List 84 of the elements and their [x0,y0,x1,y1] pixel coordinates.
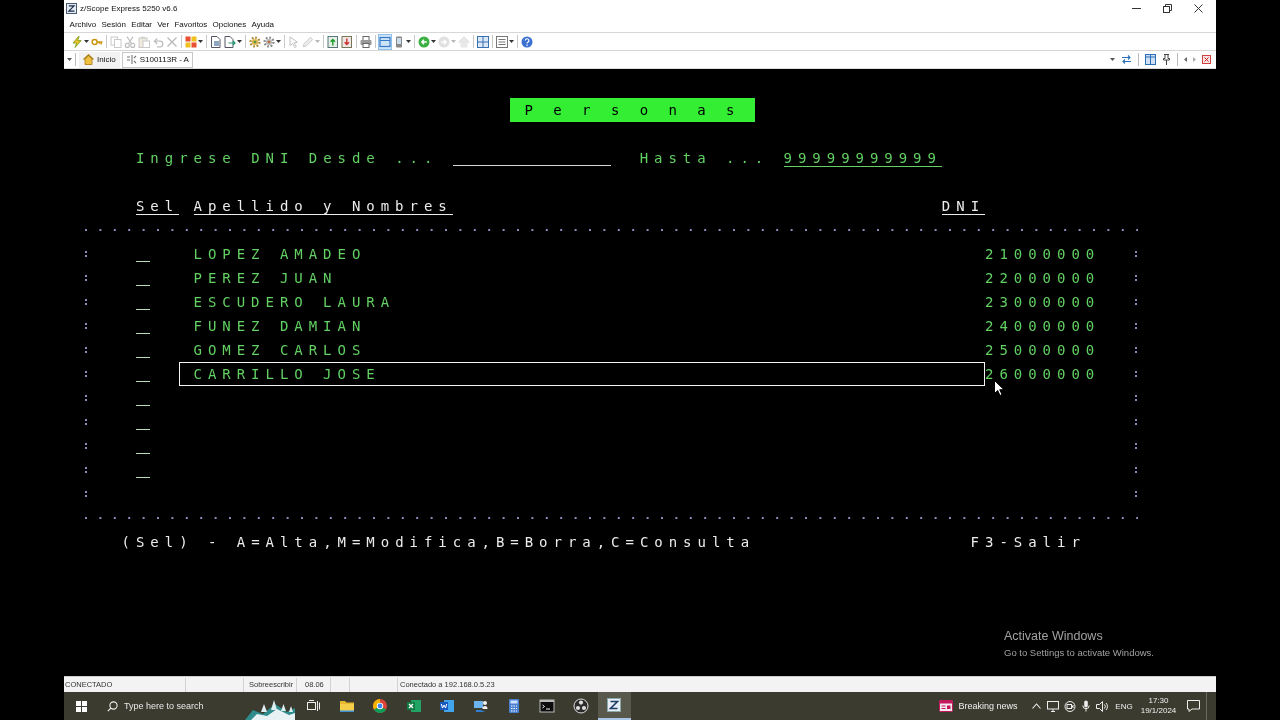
z-tile-icon [66,2,77,14]
screen-title: P e r s o n a s [510,98,755,122]
activation-title: Activate Windows [1004,629,1103,643]
input-field[interactable]: 99999999999 [783,150,942,167]
swap-arrows-icon[interactable] [1121,54,1132,65]
caret-icon[interactable] [67,58,72,61]
close-icon[interactable] [1194,3,1203,13]
search-field[interactable]: Type here to search [124,698,234,714]
speaker-icon[interactable] [1096,700,1110,712]
tricolor-circle-icon[interactable] [372,698,389,714]
name-cell: FUNEZ DAMIAN [193,318,367,334]
caret-icon[interactable] [237,40,242,43]
menu-item[interactable]: Ver [154,17,172,31]
toolbar-button[interactable] [262,33,282,50]
z-tile-icon[interactable] [606,697,623,713]
list-icon[interactable] [496,35,508,48]
caret-icon[interactable] [84,40,89,43]
activation-text: Go to Settings to activate Windows. [1004,647,1154,658]
pin-icon[interactable] [1162,54,1171,65]
dni-cell: 24000000 [985,318,1101,334]
name-cell: GOMEZ CARLOS [193,342,367,358]
name-cell: PEREZ JUAN [193,270,338,286]
menu-item[interactable]: Sesión [98,17,129,31]
monitor-person-icon[interactable] [472,698,489,714]
column-header: DNI [941,198,986,215]
caret-icon[interactable] [431,40,436,43]
document-arrow-icon[interactable] [224,35,236,48]
function-key-hint: F3-Salir [970,534,1086,550]
menu-item[interactable]: Editar [128,17,155,31]
field-label: Hasta ... [639,150,770,166]
gear-icon[interactable] [263,35,275,48]
toolbar-button[interactable] [223,33,243,50]
taskbar-app[interactable] [597,692,631,720]
folder-icon[interactable] [339,698,356,714]
caret-icon[interactable] [1110,58,1115,61]
language-button[interactable]: ENG [1111,692,1137,720]
chevron-up-icon[interactable] [1032,703,1042,709]
window-title: z/Scope Express 5250 v6.6 [80,3,178,13]
toolbar-button[interactable] [495,33,515,50]
window-tile-icon[interactable] [1145,54,1156,65]
news-button[interactable]: Breaking news [932,692,1025,720]
name-cell: ESCUDERO LAURA [193,294,396,310]
caret-icon[interactable] [509,40,514,43]
dni-cell: 22000000 [985,270,1101,286]
restore-icon[interactable] [1163,3,1172,13]
windows-logo-icon[interactable] [75,700,87,712]
w-tile-icon[interactable] [439,698,456,714]
clock-date[interactable]: 19/1/2024 [1140,706,1177,716]
caret-icon[interactable] [276,40,281,43]
task-view-icon[interactable] [307,700,321,712]
caret-icon[interactable] [406,40,411,43]
house-icon[interactable] [83,54,94,65]
grid-icon[interactable] [185,35,197,48]
tab[interactable]: S100113R - A [121,51,193,68]
clock-time[interactable]: 17:30 [1148,696,1169,706]
terminal-icon[interactable] [539,698,556,714]
connection-icon[interactable] [125,54,137,65]
column-header: Apellido y Nombres [193,198,453,215]
search-icon[interactable] [107,700,118,712]
dni-cell: 25000000 [985,342,1101,358]
tab[interactable]: Inicio [79,51,120,68]
menu-item[interactable]: Favoritos [171,17,210,31]
menu-item[interactable]: Ayuda [248,17,277,31]
dni-cell: 23000000 [985,294,1101,310]
menu-item[interactable]: Opciones [209,17,249,31]
name-cell: CARRILLO JOSE [179,362,985,386]
scroll-left-icon[interactable] [1184,57,1187,62]
column-header: Sel [135,198,180,215]
camera-icon[interactable] [1063,700,1076,712]
monitor-icon[interactable] [1047,700,1060,712]
newspaper-icon[interactable] [939,700,954,712]
menu-item[interactable]: Archivo [67,17,99,31]
caret-icon[interactable] [198,40,203,43]
field-label: Ingrese DNI Desde ... [135,150,439,166]
speech-bubble-icon[interactable] [1186,700,1200,712]
help-text: (Sel) - A=Alta,M=Modifica,B=Borra,C=Consulta [121,534,756,550]
aperture-icon[interactable] [572,698,589,714]
name-cell: LOPEZ AMADEO [193,246,367,262]
microphone-icon[interactable] [1082,700,1091,712]
dni-cell: 26000000 [985,366,1101,382]
cursor-icon [994,380,1004,396]
x-tile-icon[interactable] [405,698,422,714]
toolbar-button[interactable] [70,33,90,50]
dni-cell: 21000000 [985,246,1101,262]
